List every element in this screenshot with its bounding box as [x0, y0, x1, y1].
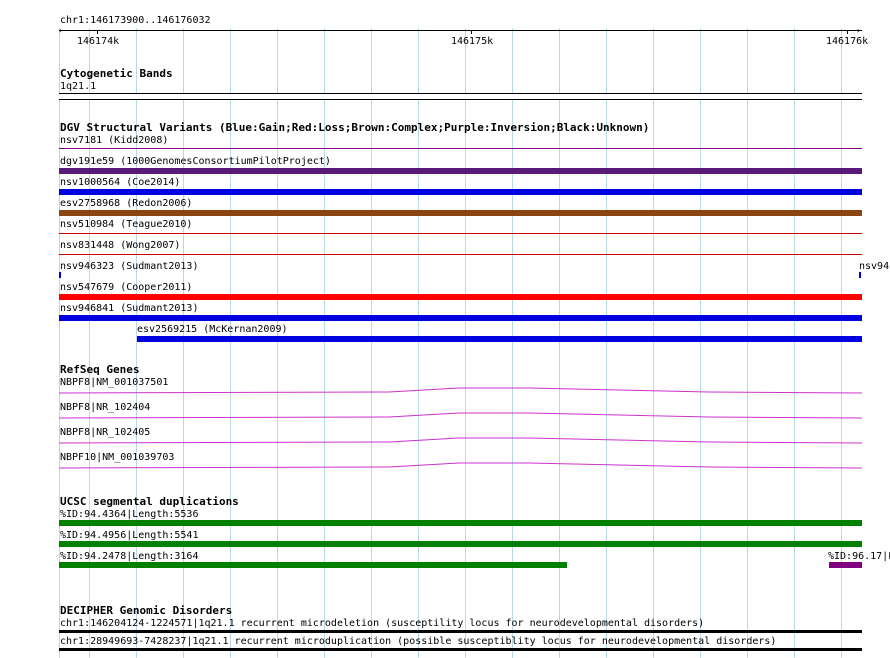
dgv-feature-label-offscreen[interactable]: nsv94	[859, 261, 889, 272]
ruler-axis	[59, 30, 862, 31]
dgv-feature-bar[interactable]	[59, 254, 862, 255]
track-title-dgv[interactable]: DGV Structural Variants (Blue:Gain;Red:L…	[60, 122, 649, 134]
segdup-label[interactable]: %ID:94.4956|Length:5541	[60, 530, 198, 541]
gene-model[interactable]	[59, 460, 862, 470]
track-title-decipher[interactable]: DECIPHER Genomic Disorders	[60, 605, 232, 617]
ruler-tick	[471, 30, 472, 34]
dgv-feature-bar[interactable]	[59, 315, 862, 321]
dgv-feature-bar[interactable]	[859, 272, 861, 278]
decipher-bar[interactable]	[59, 648, 862, 651]
dgv-feature-label[interactable]: nsv1000564 (Coe2014)	[60, 177, 180, 188]
track-title-segdups[interactable]: UCSC segmental duplications	[60, 496, 239, 508]
dgv-feature-bar[interactable]	[59, 294, 862, 300]
decipher-bar[interactable]	[59, 630, 862, 633]
segdup-bar[interactable]	[59, 562, 567, 568]
grid-line	[653, 28, 654, 658]
dgv-feature-label[interactable]: nsv547679 (Cooper2011)	[60, 282, 192, 293]
segdup-bar[interactable]	[59, 541, 862, 547]
dgv-feature-label[interactable]: esv2758968 (Redon2006)	[60, 198, 192, 209]
cytoband-label[interactable]: 1q21.1	[60, 81, 96, 92]
segdup-label[interactable]: %ID:94.2478|Length:3164	[60, 551, 198, 562]
decipher-label[interactable]: chr1:146204124-1224571|1q21.1 recurrent …	[60, 618, 704, 629]
tick-label: 146175k	[451, 36, 494, 47]
decipher-label[interactable]: chr1:28949693-7428237|1q21.1 recurrent m…	[60, 636, 776, 647]
dgv-feature-label[interactable]: nsv510984 (Teague2010)	[60, 219, 192, 230]
dgv-feature-label[interactable]: dgv191e59 (1000GenomesConsortiumPilotPro…	[60, 156, 331, 167]
dgv-feature-bar[interactable]	[59, 168, 862, 174]
grid-line	[794, 28, 795, 658]
segdup-bar[interactable]	[829, 562, 862, 568]
segdup-label-offscreen[interactable]: %ID:96.17|L	[828, 551, 890, 562]
ruler-left-arrow-icon: ‹	[58, 26, 63, 35]
dgv-feature-label[interactable]: esv2569215 (McKernan2009)	[137, 324, 288, 335]
dgv-feature-bar[interactable]	[137, 336, 862, 342]
dgv-feature-label[interactable]: nsv946323 (Sudmant2013)	[60, 261, 198, 272]
ruler-tick	[97, 30, 98, 34]
dgv-feature-bar[interactable]	[59, 233, 862, 234]
ruler-right-arrow-icon: ›	[856, 26, 861, 35]
tick-label: 146174k	[77, 36, 120, 47]
location-label: chr1:146173900..146176032	[60, 15, 211, 26]
grid-line	[700, 28, 701, 658]
dgv-feature-bar[interactable]	[59, 210, 862, 216]
grid-line	[747, 28, 748, 658]
dgv-feature-bar[interactable]	[59, 148, 862, 149]
gene-model[interactable]	[59, 435, 862, 445]
tick-label: 146176k	[826, 36, 869, 47]
cytoband-bar[interactable]	[59, 93, 862, 100]
segdup-bar[interactable]	[59, 520, 862, 526]
gene-model[interactable]	[59, 385, 862, 395]
dgv-feature-label[interactable]: nsv831448 (Wong2007)	[60, 240, 180, 251]
segdup-label[interactable]: %ID:94.4364|Length:5536	[60, 509, 198, 520]
dgv-feature-label[interactable]: nsv7181 (Kidd2008)	[60, 135, 168, 146]
ruler-tick	[847, 30, 848, 34]
gene-model[interactable]	[59, 410, 862, 420]
dgv-feature-bar[interactable]	[59, 189, 862, 195]
dgv-feature-label[interactable]: nsv946841 (Sudmant2013)	[60, 303, 198, 314]
track-title-refseq[interactable]: RefSeq Genes	[60, 364, 139, 376]
dgv-feature-bar[interactable]	[59, 272, 61, 278]
track-title-cytoband[interactable]: Cytogenetic Bands	[60, 68, 173, 80]
